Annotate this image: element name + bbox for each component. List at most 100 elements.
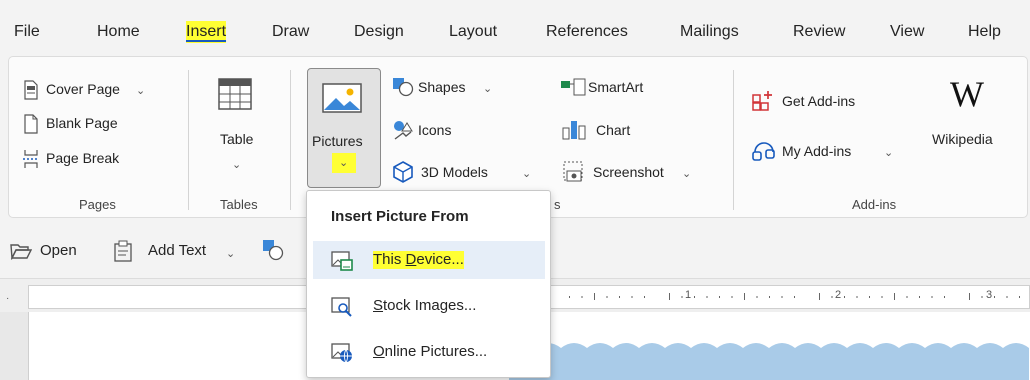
3d-cube-icon [392,161,414,183]
ruler-tick [606,296,608,298]
cover-page-button[interactable]: Cover Page ⌄ [22,78,172,102]
pictures-button[interactable]: Pictures ⌄ [307,68,381,188]
chart-button[interactable]: Chart [560,118,690,142]
ruler-tick [756,296,758,298]
get-add-ins-label: Get Add-ins [782,93,856,109]
table-label: Table [220,131,254,147]
ruler-tick [706,296,708,298]
ruler-tick [594,293,595,300]
chevron-down-icon: ⌄ [884,147,894,159]
ruler-tick [931,296,933,298]
my-add-ins-label: My Add-ins [782,143,852,159]
menu-item-online-pictures[interactable]: Online Pictures... [313,333,545,371]
addins-group-label: Add-ins [852,197,897,212]
wikipedia-label: Wikipedia [932,131,993,147]
ruler-mark-3: 3 [986,289,993,301]
icons-icon [392,119,414,141]
ruler-mark-1: 1 [685,289,692,301]
open-label: Open [40,242,77,259]
ruler-tick [981,296,983,298]
ruler-tick [994,296,995,298]
tables-group-label: Tables [220,197,258,212]
ruler-tick [831,296,833,298]
add-text-icon [112,240,134,262]
tab-view[interactable]: View [890,21,924,43]
table-button[interactable]: Table ⌄ [212,74,266,184]
group-divider [733,70,734,210]
blank-page-label: Blank Page [46,115,118,131]
page-break-button[interactable]: Page Break [22,147,172,171]
ruler-tick [631,296,633,298]
shapes-button[interactable]: Shapes ⌄ [392,76,532,100]
ruler-tick [569,296,570,298]
page-break-icon [22,149,40,169]
ruler-tick [644,296,645,298]
online-pictures-label-suffix: nline Pictures... [384,343,488,360]
ruler-tick [694,296,695,298]
shapes-label: Shapes [418,79,466,95]
ruler-tick [869,296,870,298]
blank-page-button[interactable]: Blank Page [22,112,172,136]
icons-button[interactable]: Icons [392,118,532,142]
add-text-button[interactable]: Add Text ⌄ [112,240,262,264]
this-device-label: This Device... [373,251,464,269]
screenshot-label: Screenshot [593,164,664,180]
screenshot-button[interactable]: Screenshot ⌄ [560,160,710,184]
chevron-down-icon: ⌄ [226,248,236,260]
menu-item-this-device[interactable]: This Device... [313,241,545,279]
menu-title: Insert Picture From [331,208,469,225]
this-device-icon [331,251,353,271]
ruler-tick [844,296,845,298]
tab-review[interactable]: Review [793,21,845,43]
ruler-tick [919,296,920,298]
table-icon [218,78,252,110]
get-add-ins-button[interactable]: Get Add-ins [752,88,902,114]
tab-draw[interactable]: Draw [272,21,309,43]
group-divider [188,70,189,210]
cover-page-label: Cover Page [46,81,120,97]
ruler-tick [744,293,745,300]
ruler-tick [581,296,583,298]
icons-label: Icons [418,122,452,138]
shapes-icon[interactable] [262,239,284,261]
wave-decoration [509,343,1029,380]
menu-item-stock-images[interactable]: Stock Images... [313,287,545,325]
pages-group-label: Pages [79,197,116,212]
tab-home[interactable]: Home [97,21,140,43]
tab-design[interactable]: Design [354,21,404,43]
ruler-tick [881,296,883,298]
tab-references[interactable]: References [546,21,628,43]
ruler-tick [1006,296,1008,298]
cover-page-icon [22,80,40,100]
picture-icon [322,83,362,113]
folder-open-icon [10,242,32,260]
ruler-tick [681,296,683,298]
ruler-tick [894,293,895,300]
ruler-tick [619,296,620,298]
get-add-ins-icon [752,90,774,112]
online-pictures-label: Online Pictures... [373,343,487,361]
tab-layout[interactable]: Layout [449,21,497,43]
tab-insert[interactable]: Insert [186,21,227,43]
chevron-down-icon: ⌄ [136,85,146,97]
tab-help[interactable]: Help [968,21,1001,43]
ruler-tick [1019,296,1020,298]
stock-images-icon [331,297,353,317]
my-add-ins-button[interactable]: My Add-ins ⌄ [752,138,922,164]
3d-models-button[interactable]: 3D Models ⌄ [392,160,542,184]
tab-mailings[interactable]: Mailings [680,21,739,43]
wikipedia-button[interactable]: W Wikipedia [928,74,1024,184]
this-device-hotkey: D [405,251,417,268]
ruler-tick [856,296,858,298]
ruler-tick [769,296,770,298]
ruler-tick [969,293,970,300]
page-break-label: Page Break [46,150,120,166]
open-button[interactable]: Open [10,240,96,264]
smartart-button[interactable]: SmartArt [560,76,690,100]
ruler-tick [906,296,908,298]
tab-file[interactable]: File [14,21,40,43]
online-pictures-icon [331,343,353,363]
chart-icon [562,118,586,140]
chevron-down-icon[interactable]: ⌄ [339,154,348,172]
chevron-down-icon: ⌄ [682,168,692,180]
